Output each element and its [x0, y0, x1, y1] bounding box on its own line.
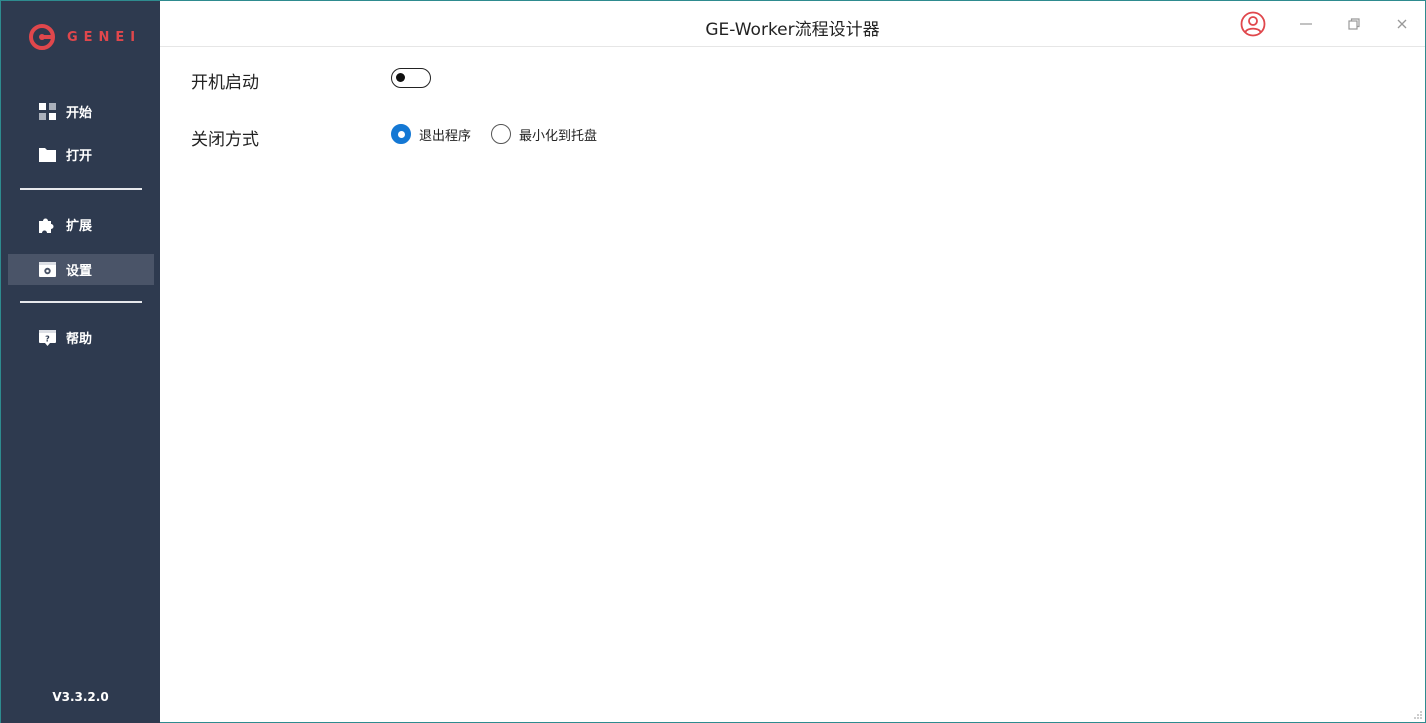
close-button[interactable]	[1389, 11, 1415, 37]
sidebar-item-label: 帮助	[66, 332, 93, 347]
restore-icon	[1348, 18, 1360, 30]
sidebar-item-label: 开始	[66, 106, 93, 121]
version-label: V3.3.2.0	[52, 690, 109, 704]
svg-text:?: ?	[45, 335, 50, 344]
resize-grip-icon[interactable]	[1413, 710, 1423, 720]
settings-icon	[39, 261, 56, 278]
user-account-button[interactable]	[1240, 11, 1266, 37]
window-title: GE-Worker流程设计器	[705, 20, 880, 40]
close-icon	[1397, 19, 1407, 29]
sidebar: GENEI 开始 打开 扩展 设置 ? 帮助 V3.3.2.0	[1, 1, 160, 723]
sidebar-item-help[interactable]: ? 帮助	[8, 322, 154, 353]
folder-icon	[39, 146, 56, 163]
sidebar-item-label: 扩展	[66, 219, 93, 234]
title-bar[interactable]: GE-Worker流程设计器	[160, 1, 1425, 47]
minimize-icon	[1300, 23, 1312, 25]
toggle-knob	[396, 73, 405, 82]
minimize-to-tray-radio[interactable]	[491, 124, 512, 144]
sidebar-divider	[20, 301, 142, 303]
restore-button[interactable]	[1341, 11, 1367, 37]
grid-icon	[39, 103, 56, 120]
app-logo: GENEI	[29, 23, 141, 51]
sidebar-item-settings[interactable]: 设置	[8, 254, 154, 285]
settings-panel: 开机启动 关闭方式 退出程序 最小化到托盘	[160, 48, 1425, 722]
autostart-label: 开机启动	[191, 73, 259, 93]
radio-dot	[397, 130, 405, 138]
autostart-toggle[interactable]	[391, 68, 431, 88]
puzzle-icon	[39, 216, 56, 233]
genei-logo-icon	[29, 24, 55, 50]
minimize-button[interactable]	[1293, 11, 1319, 37]
sidebar-item-label: 打开	[66, 149, 93, 164]
close-mode-radio-group: 退出程序 最小化到托盘	[391, 124, 617, 144]
sidebar-item-open[interactable]: 打开	[8, 139, 154, 170]
close-mode-label: 关闭方式	[191, 130, 259, 150]
sidebar-item-start[interactable]: 开始	[8, 96, 154, 127]
logo-text: GENEI	[67, 29, 142, 45]
user-icon	[1240, 11, 1266, 37]
sidebar-item-label: 设置	[66, 264, 93, 279]
sidebar-divider	[20, 188, 142, 190]
app-window: GENEI 开始 打开 扩展 设置 ? 帮助 V3.3.2.0 GE-Worke…	[0, 0, 1426, 723]
minimize-to-tray-label[interactable]: 最小化到托盘	[519, 125, 597, 144]
exit-program-radio[interactable]	[391, 124, 411, 144]
exit-program-label[interactable]: 退出程序	[419, 125, 471, 144]
sidebar-item-extensions[interactable]: 扩展	[8, 209, 154, 240]
help-icon: ?	[39, 329, 56, 346]
